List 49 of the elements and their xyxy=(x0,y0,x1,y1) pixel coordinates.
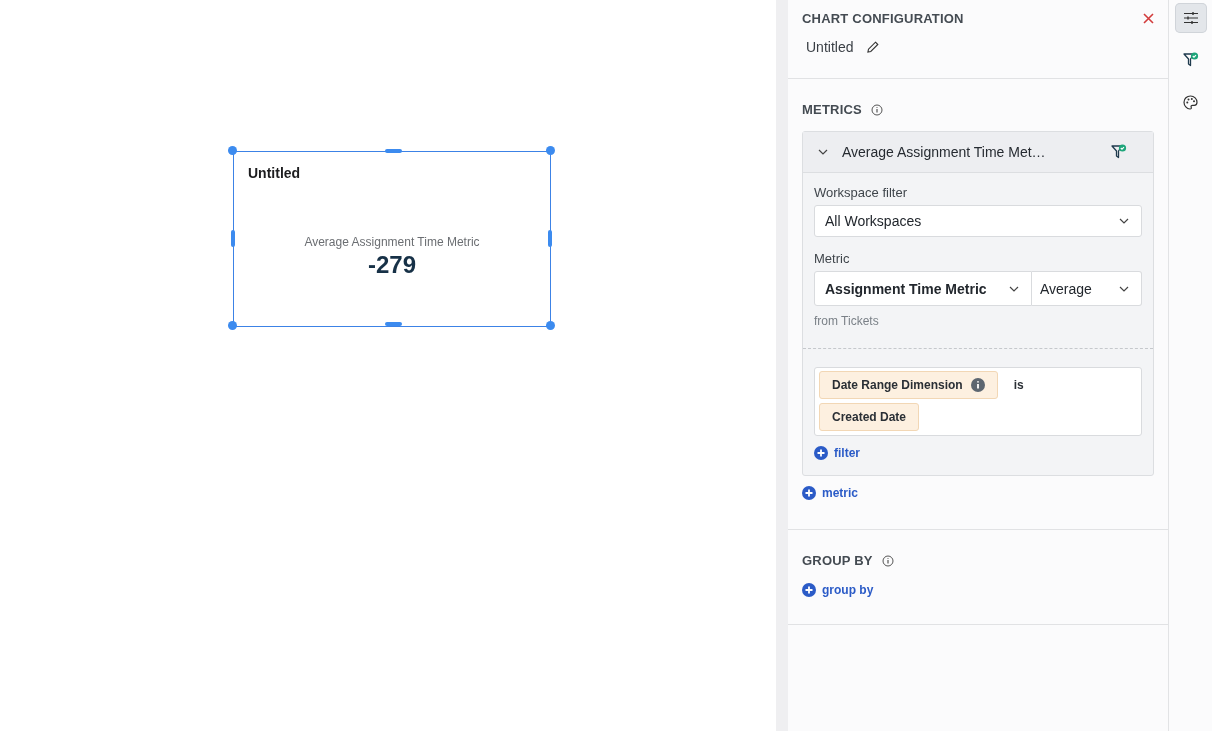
resize-handle[interactable] xyxy=(385,322,402,326)
filter-operator: is xyxy=(1013,378,1024,392)
edit-name-button[interactable] xyxy=(867,41,880,53)
metric-dropdown[interactable]: Assignment Time Metric xyxy=(814,271,1032,306)
section-heading: GROUP BY xyxy=(802,553,873,568)
info-icon xyxy=(970,378,985,392)
metric-name: Average Assignment Time Met… xyxy=(842,144,1047,160)
source-text: from Tickets xyxy=(814,314,880,328)
sliders-icon xyxy=(1182,11,1199,25)
add-metric-link[interactable]: metric xyxy=(802,486,859,500)
metric-label: Average Assignment Time Metric xyxy=(304,235,480,249)
collapse-toggle[interactable] xyxy=(818,149,828,155)
chevron-icon xyxy=(818,149,828,155)
resize-handle[interactable] xyxy=(228,321,237,330)
resize-handle[interactable] xyxy=(231,230,235,247)
widget-title: Untitled xyxy=(248,165,301,181)
add-group-by-link[interactable]: group by xyxy=(802,583,874,597)
metric-widget[interactable]: Untitled Average Assignment Time Metric -279 xyxy=(233,151,551,327)
plus-icon xyxy=(802,486,816,500)
resize-handle[interactable] xyxy=(228,146,237,155)
plus-icon xyxy=(802,583,816,597)
plus-icon xyxy=(814,446,828,460)
info-icon xyxy=(870,103,883,116)
metric-value: -279 xyxy=(367,251,416,279)
resize-handle[interactable] xyxy=(546,321,555,330)
chevron-icon xyxy=(1119,285,1129,292)
aggregation-dropdown[interactable]: Average xyxy=(1032,271,1142,306)
field-label: Workspace filter xyxy=(814,185,908,200)
panel-title: CHART CONFIGURATION xyxy=(802,11,964,26)
filter-check-icon xyxy=(1182,52,1199,68)
close-icon xyxy=(1143,13,1154,24)
chart-name: Untitled xyxy=(806,39,854,55)
resize-handle[interactable] xyxy=(546,146,555,155)
field-label: Metric xyxy=(814,251,851,266)
section-heading: METRICS xyxy=(802,102,862,117)
workspace-dropdown[interactable]: All Workspaces xyxy=(814,205,1142,237)
chevron-icon xyxy=(1009,285,1019,292)
close-button[interactable] xyxy=(1143,13,1154,24)
resize-handle[interactable] xyxy=(548,230,552,247)
pencil-icon xyxy=(867,41,880,53)
settings-tab[interactable] xyxy=(1174,3,1207,33)
filter-check-icon xyxy=(1111,144,1127,160)
dimension-chip[interactable]: Date Range Dimension xyxy=(819,371,998,399)
palette-icon xyxy=(1183,94,1198,110)
info-icon xyxy=(881,554,894,567)
chevron-icon xyxy=(1119,218,1129,224)
add-filter-link[interactable]: filter xyxy=(814,446,860,460)
value-chip[interactable]: Created Date xyxy=(819,403,920,431)
resize-handle[interactable] xyxy=(385,149,402,153)
